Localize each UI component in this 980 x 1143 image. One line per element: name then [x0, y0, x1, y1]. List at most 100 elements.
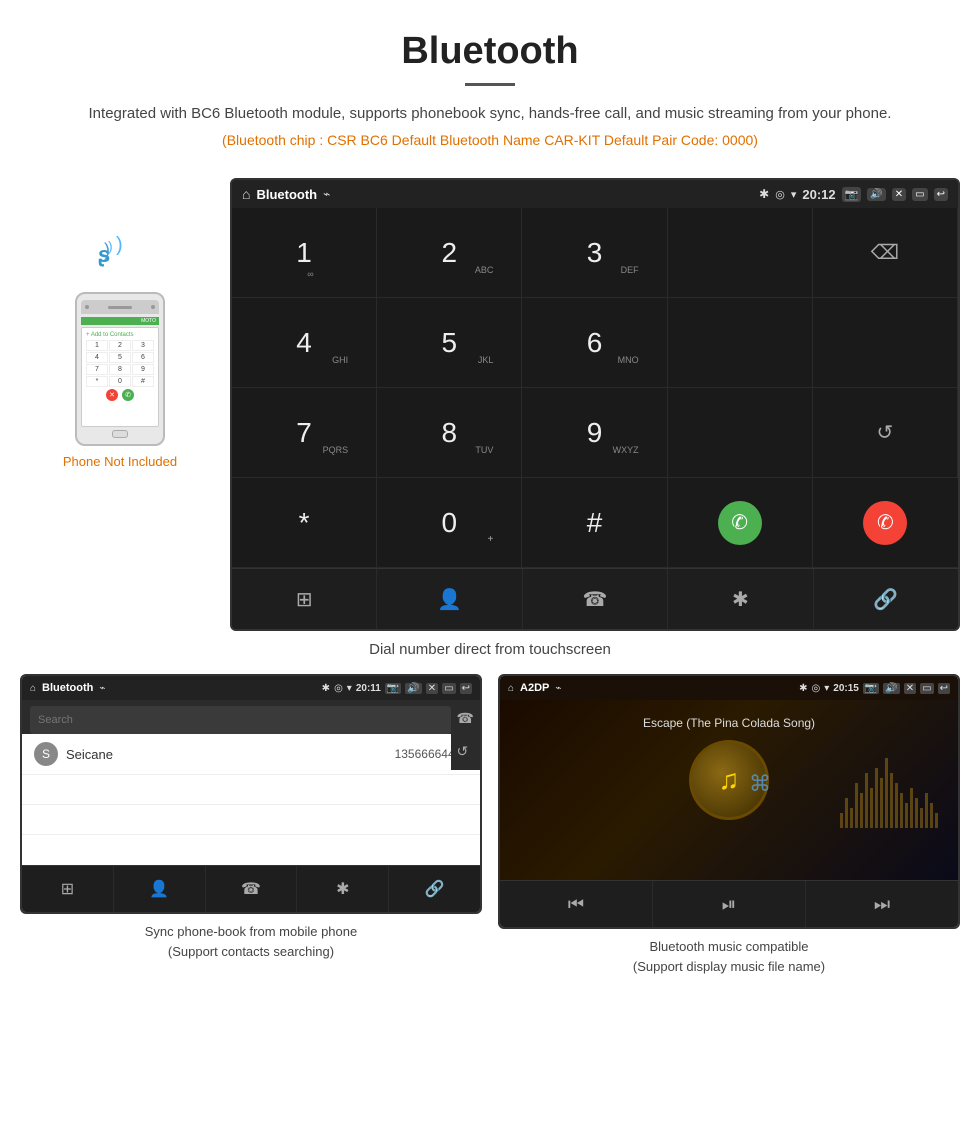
- phone-home-button: [112, 430, 128, 438]
- home-icon[interactable]: ⌂: [242, 186, 250, 202]
- dial-key-4[interactable]: 4 GHI: [232, 298, 377, 388]
- vis-bar-4: [855, 783, 858, 828]
- dial-empty-3: [813, 298, 958, 388]
- close-icon[interactable]: ✕: [892, 188, 906, 201]
- vis-bar-14: [905, 803, 908, 828]
- dial-key-5[interactable]: 5 JKL: [377, 298, 522, 388]
- music-prev-btn[interactable]: ⏮: [500, 881, 653, 927]
- bluetooth-status-icon: ✱: [759, 187, 769, 201]
- pb-title: Bluetooth: [42, 682, 93, 694]
- pb-side-phone-icon[interactable]: ☎: [457, 710, 474, 727]
- toolbar-contacts-btn[interactable]: 👤: [377, 569, 522, 629]
- music-home-icon[interactable]: ⌂: [508, 683, 514, 694]
- pb-side-reload-icon[interactable]: ↺: [457, 743, 474, 760]
- pb-tb-contacts[interactable]: 👤: [114, 866, 206, 912]
- dial-empty-4: [668, 388, 813, 478]
- status-right: ✱ ◎ ▾ 20:12 📷 🔊 ✕ ▭ ↩: [759, 187, 948, 202]
- music-screen: ⌂ A2DP ⌁ ✱ ◎ ▾ 20:15 📷 🔊 ✕ ▭ ↩ Escape (T…: [498, 674, 960, 929]
- pb-tb-grid[interactable]: ⊞: [22, 866, 114, 912]
- pb-tb-phone[interactable]: ☎: [206, 866, 298, 912]
- dial-empty-1: [668, 208, 813, 298]
- vis-bar-18: [925, 793, 928, 828]
- phone-end-call: ✕: [106, 389, 118, 401]
- toolbar-bluetooth-btn[interactable]: ✱: [668, 569, 813, 629]
- screen-icon[interactable]: ▭: [912, 188, 927, 201]
- call-red-icon[interactable]: ✆: [863, 501, 907, 545]
- phone-screen: + Add to Contacts 1 2 3 4 5 6 7 8 9 * 0 …: [81, 327, 159, 427]
- pb-screen-icon: ▭: [442, 683, 455, 694]
- pb-empty-row-1: [22, 775, 480, 805]
- wifi-icon: ▾: [791, 188, 797, 201]
- dial-key-7[interactable]: 7 PQRS: [232, 388, 377, 478]
- dial-key-6[interactable]: 6 MNO: [522, 298, 667, 388]
- toolbar-grid-btn[interactable]: ⊞: [232, 569, 377, 629]
- music-vol-icon: 🔊: [883, 683, 899, 694]
- dial-key-9[interactable]: 9 WXYZ: [522, 388, 667, 478]
- dial-call-red-btn[interactable]: ✆: [813, 478, 958, 568]
- dial-key-8[interactable]: 8 TUV: [377, 388, 522, 478]
- dial-key-1[interactable]: 1 ∞: [232, 208, 377, 298]
- dial-call-green-btn[interactable]: ✆: [668, 478, 813, 568]
- vis-bar-2: [845, 798, 848, 828]
- music-playpause-btn[interactable]: ⏯: [653, 881, 806, 927]
- volume-icon[interactable]: 🔊: [867, 188, 885, 201]
- dial-key-0[interactable]: 0 +: [377, 478, 522, 568]
- music-wifi-icon: ▾: [824, 683, 829, 694]
- pb-contact-row[interactable]: S Seicane 13566664466: [22, 734, 480, 775]
- pb-home-icon[interactable]: ⌂: [30, 683, 36, 694]
- screen-toolbar: ⊞ 👤 ☎ ✱ 🔗: [232, 568, 958, 629]
- phonebook-screen: ⌂ Bluetooth ⌁ ✱ ◎ ▾ 20:11 📷 🔊 ✕ ▭ ↩: [20, 674, 482, 914]
- phone-key-5: 5: [109, 352, 131, 363]
- pb-tb-link[interactable]: 🔗: [389, 866, 480, 912]
- vis-bar-3: [850, 808, 853, 828]
- dial-key-3[interactable]: 3 DEF: [522, 208, 667, 298]
- phone-key-8: 8: [109, 364, 131, 375]
- add-contacts-label: + Add to Contacts: [86, 332, 154, 338]
- phonebook-caption: Sync phone-book from mobile phone(Suppor…: [20, 922, 482, 961]
- vis-bar-1: [840, 813, 843, 828]
- header-description: Integrated with BC6 Bluetooth module, su…: [60, 102, 920, 126]
- toolbar-phone-btn[interactable]: ☎: [523, 569, 668, 629]
- phone-body: MOTO + Add to Contacts 1 2 3 4 5 6 7 8 9…: [75, 292, 165, 446]
- back-icon[interactable]: ↩: [934, 188, 948, 201]
- music-note-icon: ♫: [719, 764, 740, 796]
- dial-reload[interactable]: ↺: [813, 388, 958, 478]
- camera-icon[interactable]: 📷: [842, 187, 862, 202]
- dial-key-hash[interactable]: #: [522, 478, 667, 568]
- phone-key-0: 0: [109, 376, 131, 387]
- phone-key-1: 1: [86, 340, 108, 351]
- dial-backspace[interactable]: ⌫: [813, 208, 958, 298]
- call-green-icon[interactable]: ✆: [718, 501, 762, 545]
- pb-search-input[interactable]: [30, 706, 451, 734]
- phone-dialpad: 1 2 3 4 5 6 7 8 9 * 0 #: [86, 340, 154, 387]
- music-status-bar: ⌂ A2DP ⌁ ✱ ◎ ▾ 20:15 📷 🔊 ✕ ▭ ↩: [500, 676, 958, 700]
- vis-bar-15: [910, 788, 913, 828]
- status-time: 20:12: [802, 187, 835, 202]
- signal-wave-3: ): [104, 240, 110, 261]
- music-toolbar: ⏮ ⏯ ⏭: [500, 880, 958, 927]
- status-left: ⌂ Bluetooth ⌁: [242, 186, 330, 202]
- pb-tb-bluetooth[interactable]: ✱: [297, 866, 389, 912]
- music-item: ⌂ A2DP ⌁ ✱ ◎ ▾ 20:15 📷 🔊 ✕ ▭ ↩ Escape (T…: [498, 674, 960, 976]
- vis-bar-5: [860, 793, 863, 828]
- phone-home-button-area: [81, 430, 159, 438]
- header-divider: [465, 83, 515, 86]
- pb-cam-icon: 📷: [385, 683, 401, 694]
- toolbar-link-btn[interactable]: 🔗: [814, 569, 958, 629]
- vis-bar-11: [890, 773, 893, 828]
- dial-key-star[interactable]: *: [232, 478, 377, 568]
- contact-avatar: S: [34, 742, 58, 766]
- vis-bar-9: [880, 778, 883, 828]
- pb-empty-row-2: [22, 805, 480, 835]
- phone-key-3: 3: [132, 340, 154, 351]
- pb-loc-icon: ◎: [334, 683, 343, 694]
- pb-time: 20:11: [356, 683, 381, 694]
- dial-key-2[interactable]: 2 ABC: [377, 208, 522, 298]
- dialpad-grid: 1 ∞ 2 ABC 3 DEF ⌫ 4 GHI: [232, 208, 958, 568]
- phone-key-9: 9: [132, 364, 154, 375]
- location-icon: ◎: [775, 188, 785, 201]
- music-next-btn[interactable]: ⏭: [806, 881, 958, 927]
- vis-bar-6: [865, 773, 868, 828]
- vis-bar-12: [895, 783, 898, 828]
- pb-status-right: ✱ ◎ ▾ 20:11 📷 🔊 ✕ ▭ ↩: [322, 683, 472, 694]
